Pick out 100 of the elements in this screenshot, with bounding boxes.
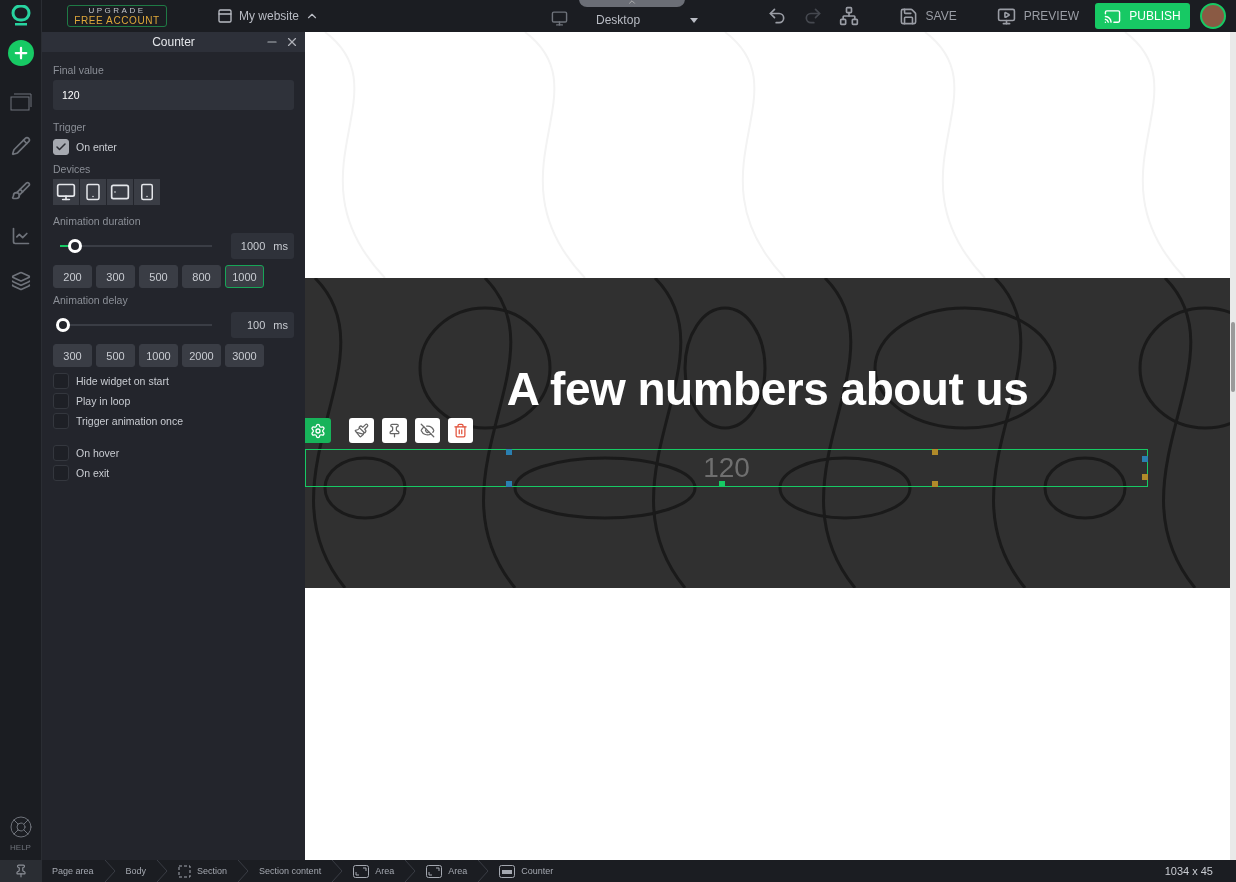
sitemap-icon	[838, 6, 859, 26]
save-button[interactable]: SAVE	[890, 6, 965, 26]
resize-handle[interactable]	[932, 481, 938, 487]
monitor-icon	[56, 182, 76, 202]
checkbox[interactable]	[53, 445, 69, 461]
preset-button[interactable]: 800	[182, 265, 221, 288]
logo-icon	[10, 5, 31, 27]
add-button[interactable]	[7, 40, 34, 66]
checkbox[interactable]	[53, 413, 69, 429]
gear-icon	[310, 422, 326, 439]
preset-button[interactable]: 500	[96, 344, 135, 367]
preset-button[interactable]: 300	[96, 265, 135, 288]
breadcrumb[interactable]: Area	[416, 860, 478, 882]
cast-icon	[1104, 7, 1122, 25]
checkbox[interactable]	[53, 139, 69, 155]
phone-icon	[138, 183, 156, 201]
eye-off-icon	[420, 423, 435, 438]
hide-button[interactable]	[415, 418, 440, 443]
brush-icon	[354, 423, 369, 438]
field-label: Trigger	[53, 121, 87, 133]
breadcrumb-separator-icon	[477, 860, 490, 882]
breadcrumb-separator-icon	[156, 860, 169, 882]
pin-icon	[14, 864, 28, 878]
checkbox-label: On exit	[76, 467, 110, 479]
monitor-play-icon	[996, 6, 1016, 26]
undo-icon	[766, 6, 787, 26]
device-button[interactable]	[134, 179, 160, 205]
brush-icon	[10, 180, 31, 201]
field-label: Devices	[53, 163, 92, 175]
breadcrumb[interactable]: Body	[115, 860, 157, 882]
breadcrumb-separator-icon	[103, 860, 116, 882]
checkbox-label: On hover	[76, 447, 120, 459]
preset-button[interactable]: 2000	[182, 344, 221, 367]
device-button[interactable]	[107, 179, 133, 205]
corner-frame-icon	[353, 864, 370, 878]
breadcrumb[interactable]: Counter	[489, 860, 564, 882]
upgrade-button[interactable]: UPGRADE FREE ACCOUNT	[67, 5, 167, 27]
resize-handle[interactable]	[1142, 456, 1148, 462]
settings-button[interactable]	[305, 418, 331, 443]
resize-handle[interactable]	[506, 449, 512, 455]
line-chart-icon	[10, 225, 31, 246]
tablet-icon	[84, 183, 102, 201]
corner-frame-icon	[426, 864, 443, 878]
checkbox-label: Play in loop	[76, 395, 131, 407]
checkbox-label: Hide widget on start	[76, 375, 169, 387]
pin-button[interactable]	[382, 418, 407, 443]
desktop-icon	[551, 9, 569, 27]
device-dropdown[interactable]: Desktop	[596, 5, 699, 27]
device-button[interactable]	[80, 179, 106, 205]
caret-icon	[690, 17, 699, 23]
help-button[interactable]: HELP	[2, 814, 39, 860]
number-field[interactable]: 100 ms	[231, 312, 294, 338]
checkbox-label: On enter	[76, 141, 117, 153]
pin-button[interactable]	[0, 860, 42, 882]
avatar[interactable]	[1200, 3, 1226, 29]
checkbox[interactable]	[53, 465, 69, 481]
counter-value: 120	[703, 452, 750, 484]
layers-icon	[10, 270, 31, 291]
breadcrumb-separator-icon	[331, 860, 344, 882]
checkbox[interactable]	[53, 393, 69, 409]
pin-icon	[387, 423, 402, 438]
lifebuoy-icon	[8, 815, 33, 839]
slider-thumb[interactable]	[56, 318, 71, 332]
window-icon	[217, 8, 233, 24]
slider-thumb[interactable]	[68, 239, 83, 253]
chevron-up-icon	[627, 0, 638, 7]
final-value-field[interactable]: 120	[53, 80, 294, 110]
field-label: Final value	[53, 64, 105, 76]
stacked-windows-icon	[9, 90, 32, 111]
number-field[interactable]: 1000 ms	[231, 233, 294, 259]
resize-handle[interactable]	[1142, 474, 1148, 480]
breadcrumb[interactable]: Page area	[42, 860, 104, 882]
preset-button[interactable]: 1000	[225, 265, 264, 288]
section-heading: A few numbers about us	[506, 362, 1029, 416]
preset-button[interactable]: 500	[139, 265, 178, 288]
delete-button[interactable]	[448, 418, 473, 443]
breadcrumb[interactable]: Area	[343, 860, 405, 882]
pencil-icon	[10, 135, 31, 156]
scrollbar-thumb[interactable]	[1231, 322, 1235, 392]
breadcrumb[interactable]: Section content	[249, 860, 332, 882]
device-button[interactable]	[53, 179, 79, 205]
counter-icon	[499, 864, 516, 878]
preset-button[interactable]: 300	[53, 344, 92, 367]
breadcrumb[interactable]: Section	[168, 860, 238, 882]
checkbox[interactable]	[53, 373, 69, 389]
close-icon[interactable]	[285, 35, 299, 49]
preset-button[interactable]: 200	[53, 265, 92, 288]
field-label: Animation duration	[53, 215, 142, 227]
preview-button[interactable]: PREVIEW	[988, 6, 1087, 26]
resize-handle[interactable]	[506, 481, 512, 487]
brush-button[interactable]	[349, 418, 374, 443]
trash-icon	[453, 423, 468, 438]
element-size: 1034 x 45	[1164, 865, 1213, 877]
resize-handle[interactable]	[932, 449, 938, 455]
preset-button[interactable]: 3000	[225, 344, 264, 367]
resize-handle[interactable]	[719, 481, 725, 487]
site-selector[interactable]: My website	[217, 8, 320, 24]
preset-button[interactable]: 1000	[139, 344, 178, 367]
field-label: Animation delay	[53, 294, 129, 306]
checkbox-label: Trigger animation once	[76, 415, 183, 427]
